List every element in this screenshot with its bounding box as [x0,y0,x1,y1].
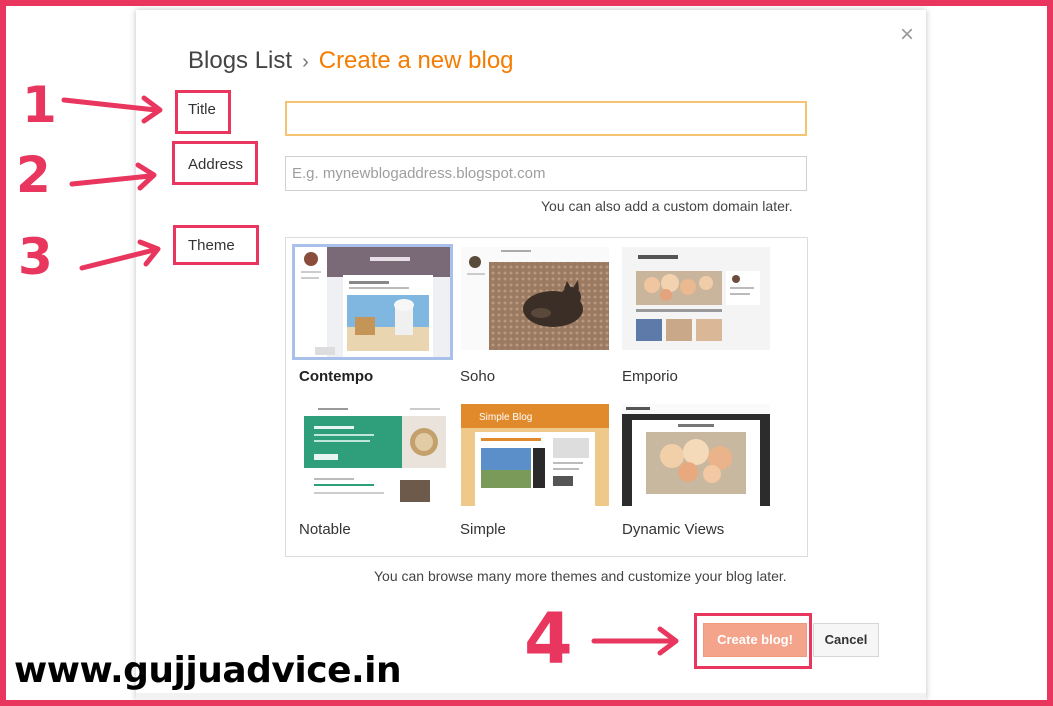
site-watermark: www.gujjuadvice.in [14,650,402,691]
annotation-arrow-3-icon [79,239,161,271]
theme-notable-thumbnail[interactable] [300,404,450,506]
breadcrumb-separator-icon: › [302,51,309,73]
breadcrumb: Blogs List › Create a new blog [188,47,514,75]
annotation-box-title [175,90,231,134]
theme-simple-thumbnail[interactable]: Simple Blog [461,404,609,506]
annotation-arrow-2-icon [69,162,157,191]
annotation-number-1: 1 [22,76,57,134]
theme-soho-thumbnail[interactable] [461,247,609,350]
theme-simple-name: Simple [460,521,506,538]
title-input[interactable] [285,101,807,136]
theme-notable-name: Notable [299,521,351,538]
annotation-arrow-1-icon [61,95,163,124]
address-hint: You can also add a custom domain later. [541,198,793,214]
themes-hint: You can browse many more themes and cust… [374,568,787,584]
annotation-number-3: 3 [18,228,53,286]
theme-contempo-name: Contempo [299,368,374,385]
svg-text:Simple Blog: Simple Blog [479,412,532,423]
close-icon[interactable]: × [896,23,918,47]
breadcrumb-blogs-list[interactable]: Blogs List [188,47,292,74]
theme-dynamic-views-name: Dynamic Views [622,521,725,538]
dialog-bottom-strip [136,693,926,701]
theme-emporio-name: Emporio [622,368,678,385]
address-input[interactable] [285,156,807,191]
theme-soho-name: Soho [460,368,496,385]
annotation-number-2: 2 [16,146,51,204]
cancel-button[interactable]: Cancel [813,623,879,657]
create-blog-button[interactable]: Create blog! [703,623,807,657]
breadcrumb-current: Create a new blog [318,47,514,74]
annotation-arrow-4-icon [591,626,679,656]
theme-dynamic-views-thumbnail[interactable] [622,404,770,506]
annotation-box-theme [173,225,259,265]
theme-emporio-thumbnail[interactable] [622,247,770,350]
theme-contempo-thumbnail[interactable] [292,244,453,360]
annotation-box-address [172,141,258,185]
annotation-number-4: 4 [524,598,573,680]
page-backdrop-right [926,6,1047,700]
